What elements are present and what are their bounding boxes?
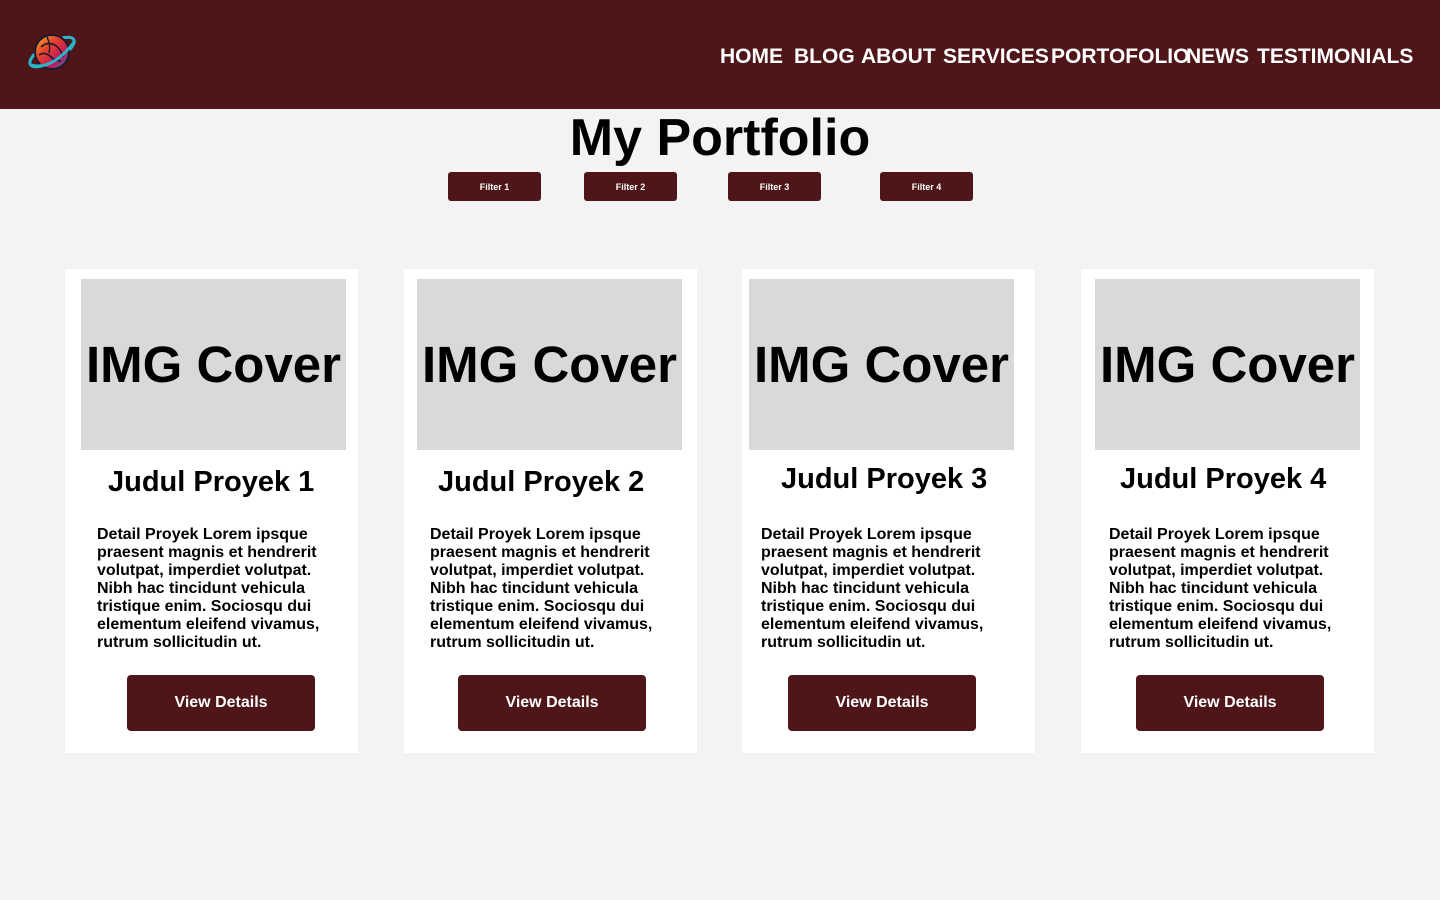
project-description: Detail Proyek Lorem ipsque praesent magn… [761,526,984,651]
project-title: Judul Proyek 2 [438,466,645,498]
nav-about[interactable]: ABOUT [861,44,936,70]
project-description: Detail Proyek Lorem ipsque praesent magn… [430,526,653,651]
project-cover-image: IMG Cover [81,279,346,450]
project-description: Detail Proyek Lorem ipsque praesent magn… [1109,526,1332,651]
project-card-2: IMG Cover Judul Proyek 2 Detail Proyek L… [404,269,697,753]
view-details-button[interactable]: View Details [127,675,315,731]
site-header: HOME BLOG ABOUT SERVICES PORTOFOLIO NEWS… [0,0,1440,109]
project-cover-image: IMG Cover [417,279,682,450]
nav-blog[interactable]: BLOG [794,44,855,70]
project-description: Detail Proyek Lorem ipsque praesent magn… [97,526,320,651]
project-title: Judul Proyek 1 [108,466,315,498]
view-details-button[interactable]: View Details [458,675,646,731]
nav-news[interactable]: NEWS [1186,44,1249,70]
project-cover-image: IMG Cover [1095,279,1360,450]
view-details-button[interactable]: View Details [1136,675,1324,731]
nav-services[interactable]: SERVICES [943,44,1049,70]
filter-2-button[interactable]: Filter 2 [584,172,677,201]
nav-home[interactable]: HOME [720,44,783,70]
project-title: Judul Proyek 3 [781,463,988,495]
project-cover-image: IMG Cover [749,279,1014,450]
view-details-button[interactable]: View Details [788,675,976,731]
nav-testimonials[interactable]: TESTIMONIALS [1257,44,1413,70]
globe-logo-icon[interactable] [25,27,79,77]
project-card-4: IMG Cover Judul Proyek 4 Detail Proyek L… [1081,269,1374,753]
project-card-3: IMG Cover Judul Proyek 3 Detail Proyek L… [742,269,1035,753]
page-title: My Portfolio [569,109,871,167]
project-card-1: IMG Cover Judul Proyek 1 Detail Proyek L… [65,269,358,753]
nav-portofolio[interactable]: PORTOFOLIO [1051,44,1189,70]
project-title: Judul Proyek 4 [1120,463,1327,495]
filter-3-button[interactable]: Filter 3 [728,172,821,201]
filter-1-button[interactable]: Filter 1 [448,172,541,201]
filter-4-button[interactable]: Filter 4 [880,172,973,201]
